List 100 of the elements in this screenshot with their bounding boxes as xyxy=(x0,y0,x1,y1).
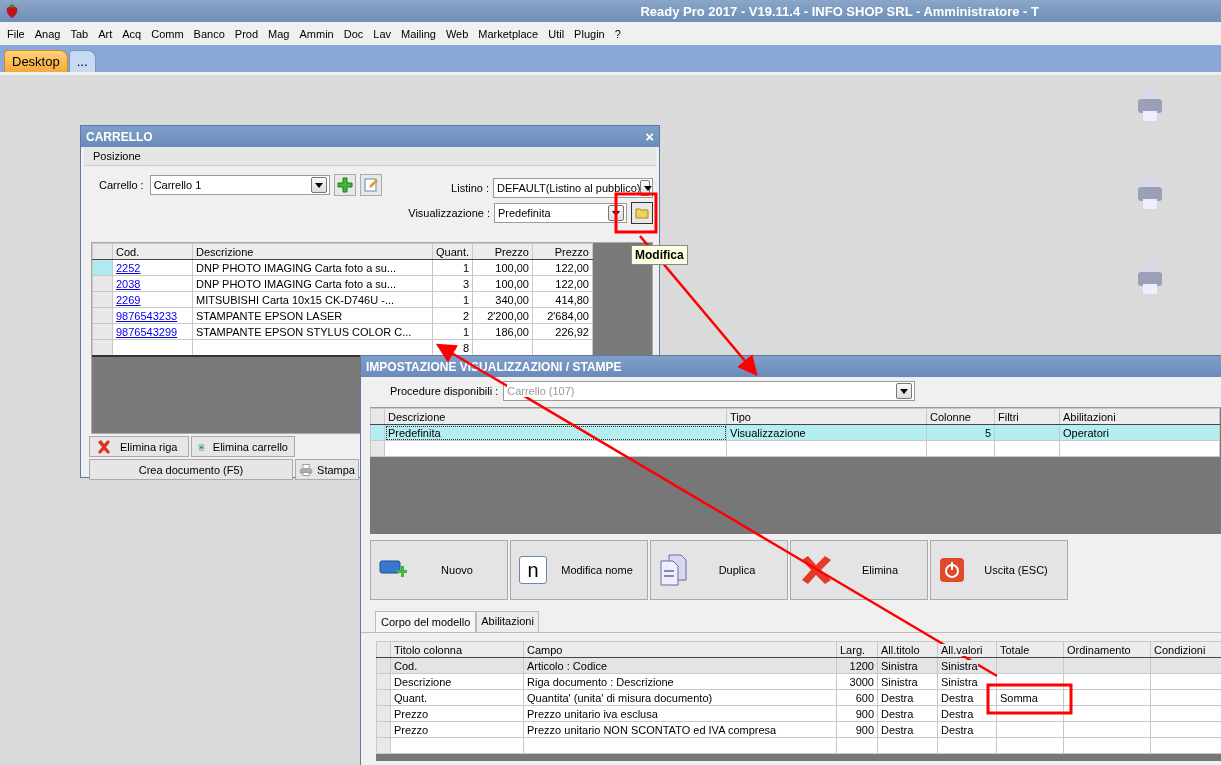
table-cell: 414,80 xyxy=(555,293,589,306)
column-header[interactable]: Campo xyxy=(523,641,837,658)
menu-item[interactable]: Tab xyxy=(65,27,94,40)
folder-button[interactable] xyxy=(631,202,653,224)
tab[interactable]: ... xyxy=(68,50,96,72)
menu-item[interactable]: ? xyxy=(609,27,626,40)
menu-item[interactable]: Marketplace xyxy=(473,27,544,40)
table-cell: Quant. xyxy=(394,691,428,704)
table-cell: 1 xyxy=(462,293,469,306)
create-document-button[interactable]: Crea documento (F5) xyxy=(89,459,293,480)
view-dropdown[interactable]: Predefinita xyxy=(494,203,627,223)
field-label: Listino : xyxy=(451,182,489,194)
total-cell: 8 xyxy=(462,341,469,354)
printer-icon[interactable] xyxy=(1135,260,1165,296)
tab[interactable]: Desktop xyxy=(4,50,68,72)
strawberry-icon xyxy=(4,3,20,19)
menu-item[interactable]: File xyxy=(2,27,30,40)
column-header[interactable]: Totale xyxy=(996,641,1064,658)
delete-row-button[interactable]: Elimina riga xyxy=(89,436,189,457)
menu-item[interactable]: Lav xyxy=(368,27,396,40)
column-header[interactable]: Tipo xyxy=(726,408,927,425)
column-header[interactable]: Larg. xyxy=(836,641,878,658)
column-header[interactable]: Ordinamento xyxy=(1063,641,1151,658)
delete-button[interactable]: Elimina xyxy=(790,540,928,600)
table-cell: MITSUBISHI Carta 10x15 CK-D746U -... xyxy=(196,293,395,306)
column-header[interactable]: Prezzo xyxy=(532,243,593,260)
cart-dropdown[interactable]: Carrello 1 xyxy=(149,175,330,195)
field-label: Carrello : xyxy=(99,179,144,191)
menu-item[interactable]: Art xyxy=(93,27,118,40)
delete-cart-button[interactable]: Elimina carrello xyxy=(191,436,295,457)
column-header[interactable]: Colonne xyxy=(926,408,995,425)
column-header[interactable]: Filtri xyxy=(994,408,1060,425)
window-title: CARRELLO xyxy=(86,129,153,144)
column-header[interactable]: Descrizione xyxy=(192,243,433,260)
field-label: Procedure disponibili : xyxy=(390,385,499,397)
table-cell: Cod. xyxy=(394,659,418,672)
column-header[interactable]: All.valori xyxy=(937,641,997,658)
table-cell: 226,92 xyxy=(555,325,589,338)
table-cell: Quantita' (unita' di misura documento) xyxy=(527,691,713,704)
table-cell: 900 xyxy=(855,723,874,736)
menu-item[interactable]: Banco xyxy=(188,27,230,40)
tooltip: Modifica xyxy=(631,245,688,265)
duplicate-button[interactable]: Duplica xyxy=(650,540,788,600)
menu-item[interactable]: Doc xyxy=(338,27,369,40)
table-cell: Prezzo xyxy=(394,707,429,720)
table-cell: 122,00 xyxy=(555,277,589,290)
table-cell: 3 xyxy=(462,277,469,290)
column-header[interactable]: Prezzo xyxy=(472,243,533,260)
table-cell: Descrizione xyxy=(394,675,452,688)
table-cell: Destra xyxy=(941,691,974,704)
table-cell: 186,00 xyxy=(495,325,529,338)
menu-item[interactable]: Anag xyxy=(29,27,66,40)
table-cell: Operatori xyxy=(1063,426,1109,439)
table-cell: Riga documento : Descrizione xyxy=(527,675,674,688)
table-cell: DNP PHOTO IMAGING Carta foto a su... xyxy=(196,261,397,274)
menu-item[interactable]: Web xyxy=(440,27,474,40)
add-button[interactable] xyxy=(333,174,356,196)
cross-icon xyxy=(96,438,112,455)
letter-icon: n xyxy=(519,556,547,584)
menu-item[interactable]: Ammin xyxy=(294,27,339,40)
column-header[interactable]: Condizioni xyxy=(1150,641,1221,658)
window-title: Ready Pro 2017 - V19.11.4 - INFO SHOP SRL - Amministratore - T xyxy=(640,3,1039,19)
table-cell: DNP PHOTO IMAGING Carta foto a su... xyxy=(196,277,397,290)
tab[interactable]: Corpo del modello xyxy=(375,611,477,632)
new-button[interactable]: Nuovo xyxy=(370,540,508,600)
edit-icon xyxy=(362,177,379,193)
table-cell: 3000 xyxy=(849,675,874,688)
rename-button[interactable]: n Modifica nome xyxy=(510,540,648,600)
printer-icon xyxy=(299,461,314,478)
table-cell: Articolo : Codice xyxy=(527,659,608,672)
menu-item[interactable]: Prod xyxy=(229,27,264,40)
table-cell: Destra xyxy=(881,707,914,720)
column-header[interactable]: Cod. xyxy=(112,243,193,260)
column-header[interactable]: Titolo colonna xyxy=(390,641,524,658)
table-cell: 340,00 xyxy=(495,293,529,306)
menu-item[interactable]: Comm xyxy=(146,27,189,40)
menu-item[interactable]: Plugin xyxy=(569,27,610,40)
table-cell: STAMPANTE EPSON LASER xyxy=(196,309,343,322)
edit-button[interactable] xyxy=(359,174,382,196)
column-header[interactable]: All.titolo xyxy=(877,641,938,658)
print-button[interactable]: Stampa xyxy=(295,459,359,480)
column-header[interactable]: Descrizione xyxy=(384,408,727,425)
folder-icon xyxy=(635,207,649,219)
table-cell: Destra xyxy=(881,691,914,704)
printer-icon[interactable] xyxy=(1135,175,1165,211)
menu-item[interactable]: Mag xyxy=(263,27,295,40)
column-header[interactable]: Abilitazioni xyxy=(1059,408,1220,425)
cross-icon xyxy=(799,555,833,585)
table-cell: Destra xyxy=(941,707,974,720)
table-cell: 2 xyxy=(462,309,469,322)
section-label: Posizione xyxy=(93,150,141,162)
menu-item[interactable]: Mailing xyxy=(396,27,441,40)
table-cell: Predefinita xyxy=(388,426,441,439)
price-list-dropdown[interactable]: DEFAULT(Listino al pubblico) xyxy=(493,178,653,198)
tab[interactable]: Abilitazioni xyxy=(476,611,539,632)
column-header[interactable]: Quant. xyxy=(432,243,473,260)
menu-item[interactable]: Acq xyxy=(117,27,147,40)
printer-icon[interactable] xyxy=(1135,87,1165,123)
menu-item[interactable]: Util xyxy=(543,27,570,40)
exit-button[interactable]: Uscita (ESC) xyxy=(930,540,1068,600)
